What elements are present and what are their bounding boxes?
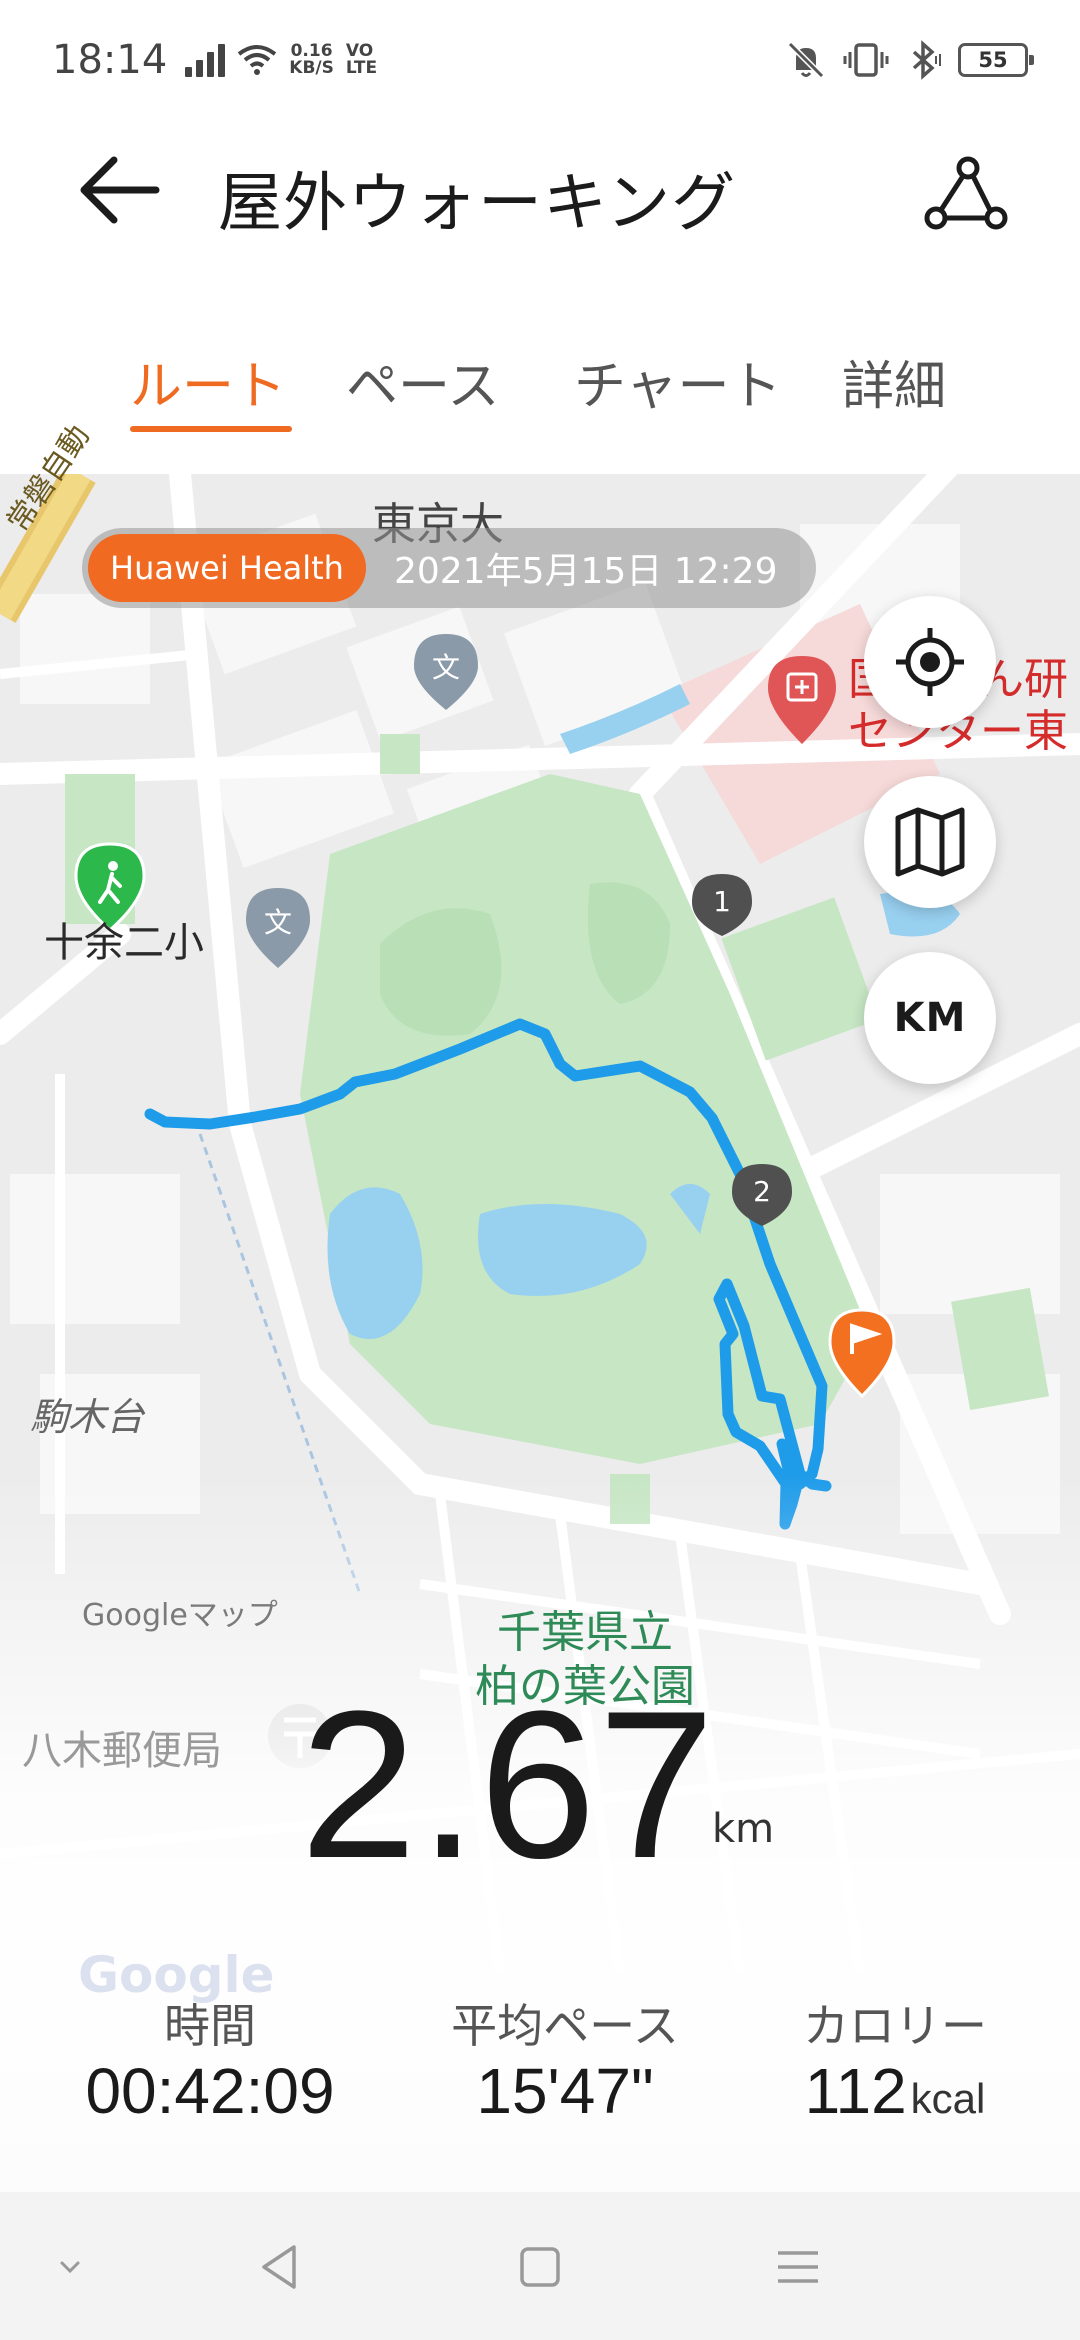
svg-text:文: 文 <box>432 651 460 684</box>
map-attribution: Googleマップ <box>82 1598 278 1633</box>
back-button[interactable] <box>78 152 168 228</box>
tab-indicator <box>130 426 292 432</box>
wifi-icon <box>238 45 277 75</box>
distance-value: 2.67 <box>300 1667 717 1902</box>
back-triangle-icon <box>262 2245 296 2289</box>
activity-datetime: 2021年5月15日 12:29 <box>393 551 778 592</box>
locate-button[interactable] <box>864 596 996 728</box>
home-square-icon <box>520 2247 560 2287</box>
brand-badge: Huawei Health <box>88 534 366 602</box>
signal-icon <box>185 43 226 77</box>
map-label-school: 十余二小 <box>44 920 204 966</box>
menu-icon <box>778 2251 818 2283</box>
bluetooth-icon <box>912 40 941 80</box>
avg-pace-label: 平均ペース <box>451 1999 679 2053</box>
nav-menu-button[interactable] <box>758 2232 838 2302</box>
status-time: 18:14 <box>52 37 168 83</box>
unit-toggle-button[interactable]: KM <box>864 952 996 1084</box>
calories-label: カロリー <box>803 1999 987 2053</box>
volte-indicator: VO LTE <box>345 41 378 78</box>
map-label-post-office: 八木郵便局 <box>22 1728 222 1774</box>
map-label-area: 駒木台 <box>30 1395 145 1439</box>
avg-pace-value: 15'47" <box>476 2055 654 2127</box>
locate-icon <box>896 628 964 696</box>
nav-home-button[interactable] <box>500 2232 580 2302</box>
activity-watermark: Huawei Health 2021年5月15日 12:29 <box>82 528 816 608</box>
route-share-button[interactable] <box>924 156 1008 232</box>
map-icon <box>895 807 965 877</box>
calories-unit: kcal <box>910 2075 986 2122</box>
tab-route[interactable]: ルート <box>130 344 286 419</box>
arrow-left-icon <box>80 156 160 224</box>
nav-back-button[interactable] <box>240 2232 320 2302</box>
tab-bar: ルート ペース チャート 詳細 <box>0 320 1080 440</box>
duration-label: 時間 <box>164 1999 256 2053</box>
status-bar: 18:14 0.16 KB/S VO LTE 55 <box>0 0 1080 120</box>
lap-2-label: 2 <box>753 1175 771 1208</box>
app-header: 屋外ウォーキング <box>0 120 1080 260</box>
calories-value-group: 112kcal <box>770 2054 1020 2128</box>
system-nav-bar <box>0 2192 1080 2340</box>
unit-label: KM <box>893 995 967 1041</box>
app-screen: 18:14 0.16 KB/S VO LTE 55 屋外ウォーキング ルート ペ… <box>0 0 1080 2340</box>
tab-chart[interactable]: チャート <box>574 344 781 419</box>
duration-value: 00:42:09 <box>85 2055 335 2127</box>
vibrate-icon <box>843 43 889 77</box>
calories-value: 112 <box>804 2055 907 2127</box>
mute-icon <box>787 41 825 79</box>
lap-1-label: 1 <box>713 885 731 918</box>
battery-indicator: 55 <box>958 43 1034 77</box>
tab-pace[interactable]: ペース <box>346 344 499 419</box>
tab-details[interactable]: 詳細 <box>842 344 946 419</box>
page-title: 屋外ウォーキング <box>218 167 737 241</box>
svg-text:文: 文 <box>264 906 292 939</box>
distance-unit: km <box>712 1806 775 1852</box>
route-share-icon <box>924 156 1008 230</box>
network-speed: 0.16 KB/S <box>289 41 334 78</box>
map-type-button[interactable] <box>864 776 996 908</box>
chevron-down-icon <box>60 2261 80 2274</box>
nav-collapse-button[interactable] <box>30 2232 110 2302</box>
